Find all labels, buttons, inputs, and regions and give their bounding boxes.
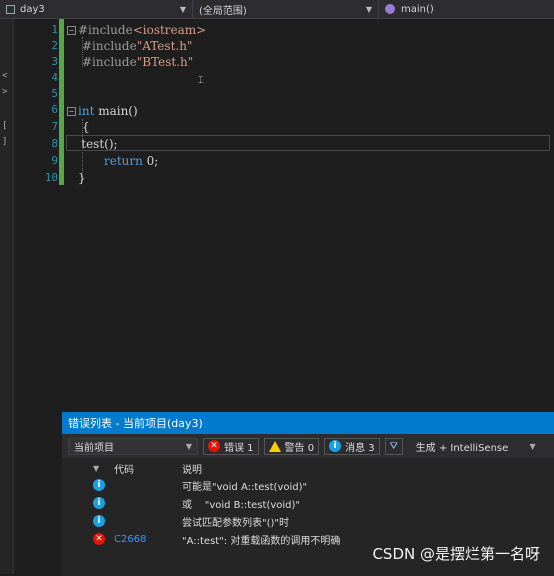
line-number: 4: [51, 71, 58, 84]
chevron-down-icon: ▼: [529, 441, 536, 451]
messages-count-label: 消息 3: [345, 442, 375, 454]
info-icon: i: [93, 497, 105, 509]
code-line-9: return 0;: [104, 154, 159, 168]
error-scope-label: 当前项目: [74, 442, 114, 454]
row-description: "A::test": 对重载函数的调用不明确: [182, 535, 341, 547]
collapse-left-icon[interactable]: <: [2, 71, 7, 81]
table-row[interactable]: i 或 "void B::test(void)": [62, 494, 554, 512]
info-icon: i: [93, 479, 105, 491]
line-number: 1: [51, 23, 58, 36]
build-filter-label: 生成 + IntelliSense: [415, 442, 509, 454]
mouse-cursor-icon: ⌶: [198, 76, 204, 86]
code-line-6: int main(): [78, 104, 138, 118]
code-line-2: #include"ATest.h": [82, 39, 193, 53]
bracket-open-icon: [: [2, 121, 8, 131]
warnings-filter-button[interactable]: 警告 0: [263, 437, 320, 455]
line-number: 3: [51, 55, 58, 68]
line-number: 8: [51, 137, 58, 150]
bracket-close-icon: ]: [2, 137, 8, 147]
code-line-8: test();: [66, 137, 118, 151]
code-line-7: {: [82, 120, 90, 134]
column-header-code[interactable]: 代码: [114, 461, 134, 476]
filter-icon[interactable]: ⛛: [384, 437, 403, 455]
line-number: 9: [51, 154, 58, 167]
watermark: CSDN @是摆烂第一名呀: [372, 545, 540, 563]
chevron-down-icon: ▼: [185, 441, 192, 451]
scope-dropdown[interactable]: (全局范围) ▼: [193, 0, 379, 18]
project-dropdown[interactable]: day3 ▼: [0, 0, 193, 18]
line-number-gutter: 1 2 3 4 5 6 7 8 9 10: [14, 19, 58, 404]
chevron-down-icon: ▼: [365, 4, 372, 14]
code-line-3: #include"BTest.h": [82, 55, 194, 69]
errors-filter-button[interactable]: ✕ 错误 1: [203, 437, 259, 455]
row-description: 或 "void B::test(void)": [182, 499, 301, 511]
errors-count-label: 错误 1: [224, 442, 254, 454]
change-tracking-bar: [59, 19, 64, 185]
warning-icon: [268, 440, 281, 452]
line-number: 10: [44, 171, 58, 184]
info-icon: i: [329, 440, 342, 452]
warnings-count-label: 警告 0: [284, 442, 315, 454]
row-description: 可能是"void A::test(void)": [182, 481, 308, 493]
row-code[interactable]: C2668: [114, 534, 146, 545]
navigation-bar: day3 ▼ (全局范围) ▼ main(): [0, 0, 554, 19]
member-name: main(): [401, 3, 434, 15]
messages-filter-button[interactable]: i 消息 3: [324, 437, 380, 455]
error-list-toolbar: 当前项目 ▼ ✕ 错误 1 警告 0 i 消息 3 ⛛ 生成 + Intelli…: [62, 434, 554, 458]
table-row[interactable]: i 尝试匹配参数列表"()"时: [62, 512, 554, 530]
error-list-header: ▼ 代码 说明: [62, 460, 554, 476]
error-list-title: 错误列表 - 当前项目(day3): [62, 414, 554, 434]
expand-right-icon[interactable]: >: [2, 87, 7, 97]
line-number: 7: [51, 120, 58, 133]
column-header-description[interactable]: 说明: [182, 461, 202, 476]
line-number: 2: [51, 39, 58, 52]
project-name: day3: [20, 3, 45, 15]
build-filter-dropdown[interactable]: 生成 + IntelliSense ▼: [411, 438, 541, 455]
sort-icon[interactable]: ▼: [93, 464, 99, 473]
scope-name: (全局范围): [199, 5, 247, 17]
project-icon: [6, 4, 15, 14]
line-number: 6: [51, 103, 58, 116]
member-dropdown[interactable]: main(): [379, 0, 554, 18]
error-icon: ✕: [208, 440, 220, 452]
code-editor[interactable]: [14, 19, 554, 404]
info-icon: i: [93, 515, 105, 527]
chevron-down-icon: ▼: [179, 4, 186, 14]
code-line-10: }: [78, 171, 86, 185]
code-line-1: #include<iostream>: [78, 23, 207, 37]
error-icon: ✕: [93, 533, 105, 545]
left-tool-strip: < > [ ]: [0, 19, 14, 574]
row-description: 尝试匹配参数列表"()"时: [182, 517, 290, 529]
code-text: #include<iostream> #include"ATest.h" #in…: [66, 19, 206, 185]
line-number: 5: [51, 87, 58, 100]
function-icon: [385, 4, 395, 14]
table-row[interactable]: i 可能是"void A::test(void)": [62, 476, 554, 494]
error-scope-dropdown[interactable]: 当前项目 ▼: [68, 437, 198, 455]
